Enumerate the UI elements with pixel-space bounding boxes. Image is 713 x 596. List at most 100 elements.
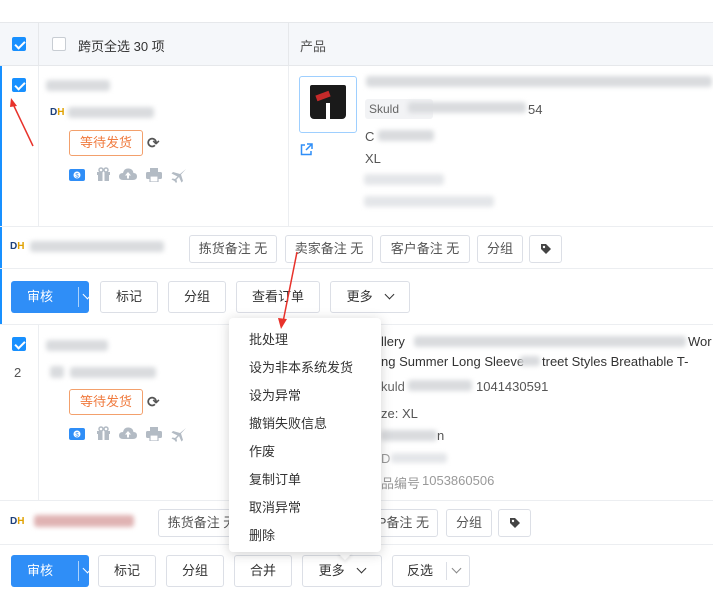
bulk-review-button[interactable]: 审核 [11,555,93,587]
product-title-end: Wor [688,334,712,349]
bulk-group-button[interactable]: 分组 [166,555,224,587]
row-divider [38,324,39,500]
group-chip[interactable]: 分组 [446,509,492,537]
chevron-down-icon[interactable] [82,555,93,587]
chevron-down-icon[interactable] [451,556,462,586]
cloud-upload-icon[interactable] [119,427,137,443]
sku-label: kuld [381,379,405,394]
color-label: C [365,129,375,144]
product-title-line2: ng Summer Long Sleeve [381,354,525,369]
chevron-down-icon[interactable] [82,281,93,313]
redacted-order-number [46,80,110,91]
cloud-upload-icon[interactable] [119,168,137,184]
product-column-header: 产品 [300,39,327,54]
redacted-buyer-name [30,241,164,252]
refresh-icon[interactable]: ⟳ [147,134,160,152]
more-label: 更多 [346,289,373,304]
sku-number: 1041430591 [476,379,549,394]
redacted-price [364,174,444,185]
status-badge: 等待发货 [69,389,143,415]
product-code-label: 品编号 [381,476,421,491]
picking-note-chip[interactable]: 拣货备注 无 [189,235,277,263]
invert-label: 反选 [407,563,434,578]
order-index: 2 [14,365,22,380]
view-order-button[interactable]: 查看订单 [236,281,320,313]
dhgate-logo: DH [10,241,25,252]
gift-icon[interactable] [96,426,111,444]
redacted-store-name [70,367,156,378]
review-label: 审核 [27,289,54,304]
redacted-buyer-name [34,515,134,527]
redacted-sku [408,380,472,391]
order-checkbox[interactable] [12,337,26,351]
redacted-title-fragment [520,356,540,366]
product-title-line2-tail: treet Styles Breathable T- [542,354,689,369]
print-icon[interactable] [146,168,162,185]
menu-item-cancel-exception[interactable]: 取消异常 [249,497,301,516]
sku-tail: 54 [528,102,543,117]
redacted-color [378,130,434,141]
row-divider [0,226,713,227]
price-prefix: D [381,451,391,466]
size-value: XL [365,151,381,166]
airplane-icon[interactable] [171,427,187,445]
print-icon[interactable] [146,427,162,444]
redacted-store-name [68,107,154,118]
gift-icon[interactable] [96,167,111,185]
menu-item-set-external-shipping[interactable]: 设为非本系统发货 [249,357,353,376]
airplane-icon[interactable] [171,168,187,186]
review-label: 审核 [27,563,54,578]
money-icon[interactable]: $ [69,168,85,185]
redacted-order-number [46,340,108,351]
menu-item-revoke-failure[interactable]: 撤销失败信息 [249,413,327,432]
status-badge: 等待发货 [69,130,143,156]
redacted-sku [408,102,526,113]
row-divider [0,268,713,269]
select-page-checkbox[interactable] [12,37,26,51]
bulk-mark-button[interactable]: 标记 [98,555,156,587]
invert-selection-button[interactable]: 反选 [392,555,470,587]
header-divider [288,22,289,66]
group-chip[interactable]: 分组 [477,235,523,263]
redacted-product-title [366,76,712,87]
more-button[interactable]: 更多 [330,281,410,313]
customer-note-chip[interactable]: 客户备注 无 [380,235,470,263]
menu-item-delete[interactable]: 删除 [249,525,275,544]
more-dropdown-menu: 批处理 设为非本系统发货 设为异常 撤销失败信息 作废 复制订单 取消异常 删除 [229,318,381,552]
chevron-down-icon [356,563,367,578]
order-checkbox[interactable] [12,78,26,92]
size-value: ze: XL [381,406,418,421]
selected-indicator [0,66,2,324]
menu-item-set-exception[interactable]: 设为异常 [249,385,301,404]
chevron-down-icon [384,289,395,304]
row-divider [38,66,39,226]
product-image[interactable] [299,76,357,133]
redacted-price [391,453,447,463]
select-all-label: 跨页全选 30 项 [78,39,165,54]
group-button[interactable]: 分组 [168,281,226,313]
menu-item-copy-order[interactable]: 复制订单 [249,469,301,488]
external-link-icon[interactable] [300,143,313,159]
select-all-pages-checkbox[interactable] [52,37,66,51]
product-title-start: llery [381,334,405,349]
refresh-icon[interactable]: ⟳ [147,393,160,411]
redacted-color [381,430,437,441]
product-code-value: 1053860506 [422,473,495,488]
store-logo [50,366,64,378]
color-tail: n [437,428,445,443]
bulk-more-button[interactable]: 更多 [302,555,382,587]
menu-item-batch[interactable]: 批处理 [249,329,288,348]
header-divider [38,22,39,66]
review-button[interactable]: 审核 [11,281,93,313]
dhgate-logo: DH [50,107,65,118]
merge-button[interactable]: 合并 [234,555,292,587]
redacted-product-code [364,196,494,207]
dhgate-logo: DH [10,516,25,527]
tag-button[interactable] [498,509,531,537]
tag-button[interactable] [529,235,562,263]
redacted-product-title [414,336,686,347]
seller-note-chip[interactable]: 卖家备注 无 [285,235,373,263]
menu-item-void[interactable]: 作废 [249,441,275,460]
money-icon[interactable]: $ [69,427,85,444]
mark-button[interactable]: 标记 [100,281,158,313]
